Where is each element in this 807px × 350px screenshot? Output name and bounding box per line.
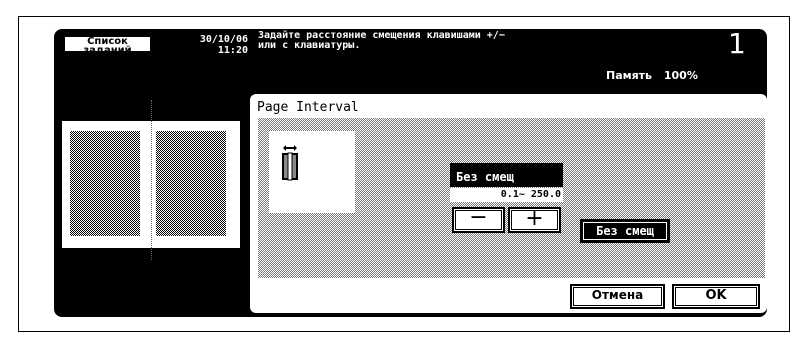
ok-button[interactable]: OK	[672, 284, 760, 309]
page-interval-icon-box	[269, 131, 355, 213]
copy-counter: 1	[728, 27, 746, 60]
cancel-button[interactable]: Отмена	[570, 284, 665, 309]
date-text: 30/10/06	[199, 34, 248, 45]
memory-indicator: Память 100%	[606, 69, 698, 82]
offset-value-display: Без смещ	[450, 163, 563, 187]
preview-center-line	[151, 100, 152, 260]
instruction-message: Задайте расстояние смещения клавишами +/…	[258, 31, 698, 51]
offset-range: 0.1~ 250.0	[450, 188, 563, 202]
job-list-label-line2: заданий	[83, 45, 132, 56]
dialog-title: Page Interval	[257, 100, 359, 115]
time-text: 11:20	[217, 45, 248, 56]
page-interval-icon	[282, 145, 298, 181]
message-line2: или с клавиатуры.	[258, 40, 361, 51]
increase-button[interactable]: +	[508, 207, 561, 233]
no-offset-button[interactable]: Без смещ	[580, 219, 670, 243]
preview-page-right	[156, 131, 226, 236]
job-list-button[interactable]: Список заданий	[62, 34, 153, 56]
memory-value: 100%	[663, 69, 698, 82]
decrease-button[interactable]: −	[452, 207, 505, 233]
datetime: 30/10/06 11:20	[160, 34, 248, 56]
preview-page-left	[70, 131, 140, 236]
memory-label: Память	[606, 69, 653, 82]
